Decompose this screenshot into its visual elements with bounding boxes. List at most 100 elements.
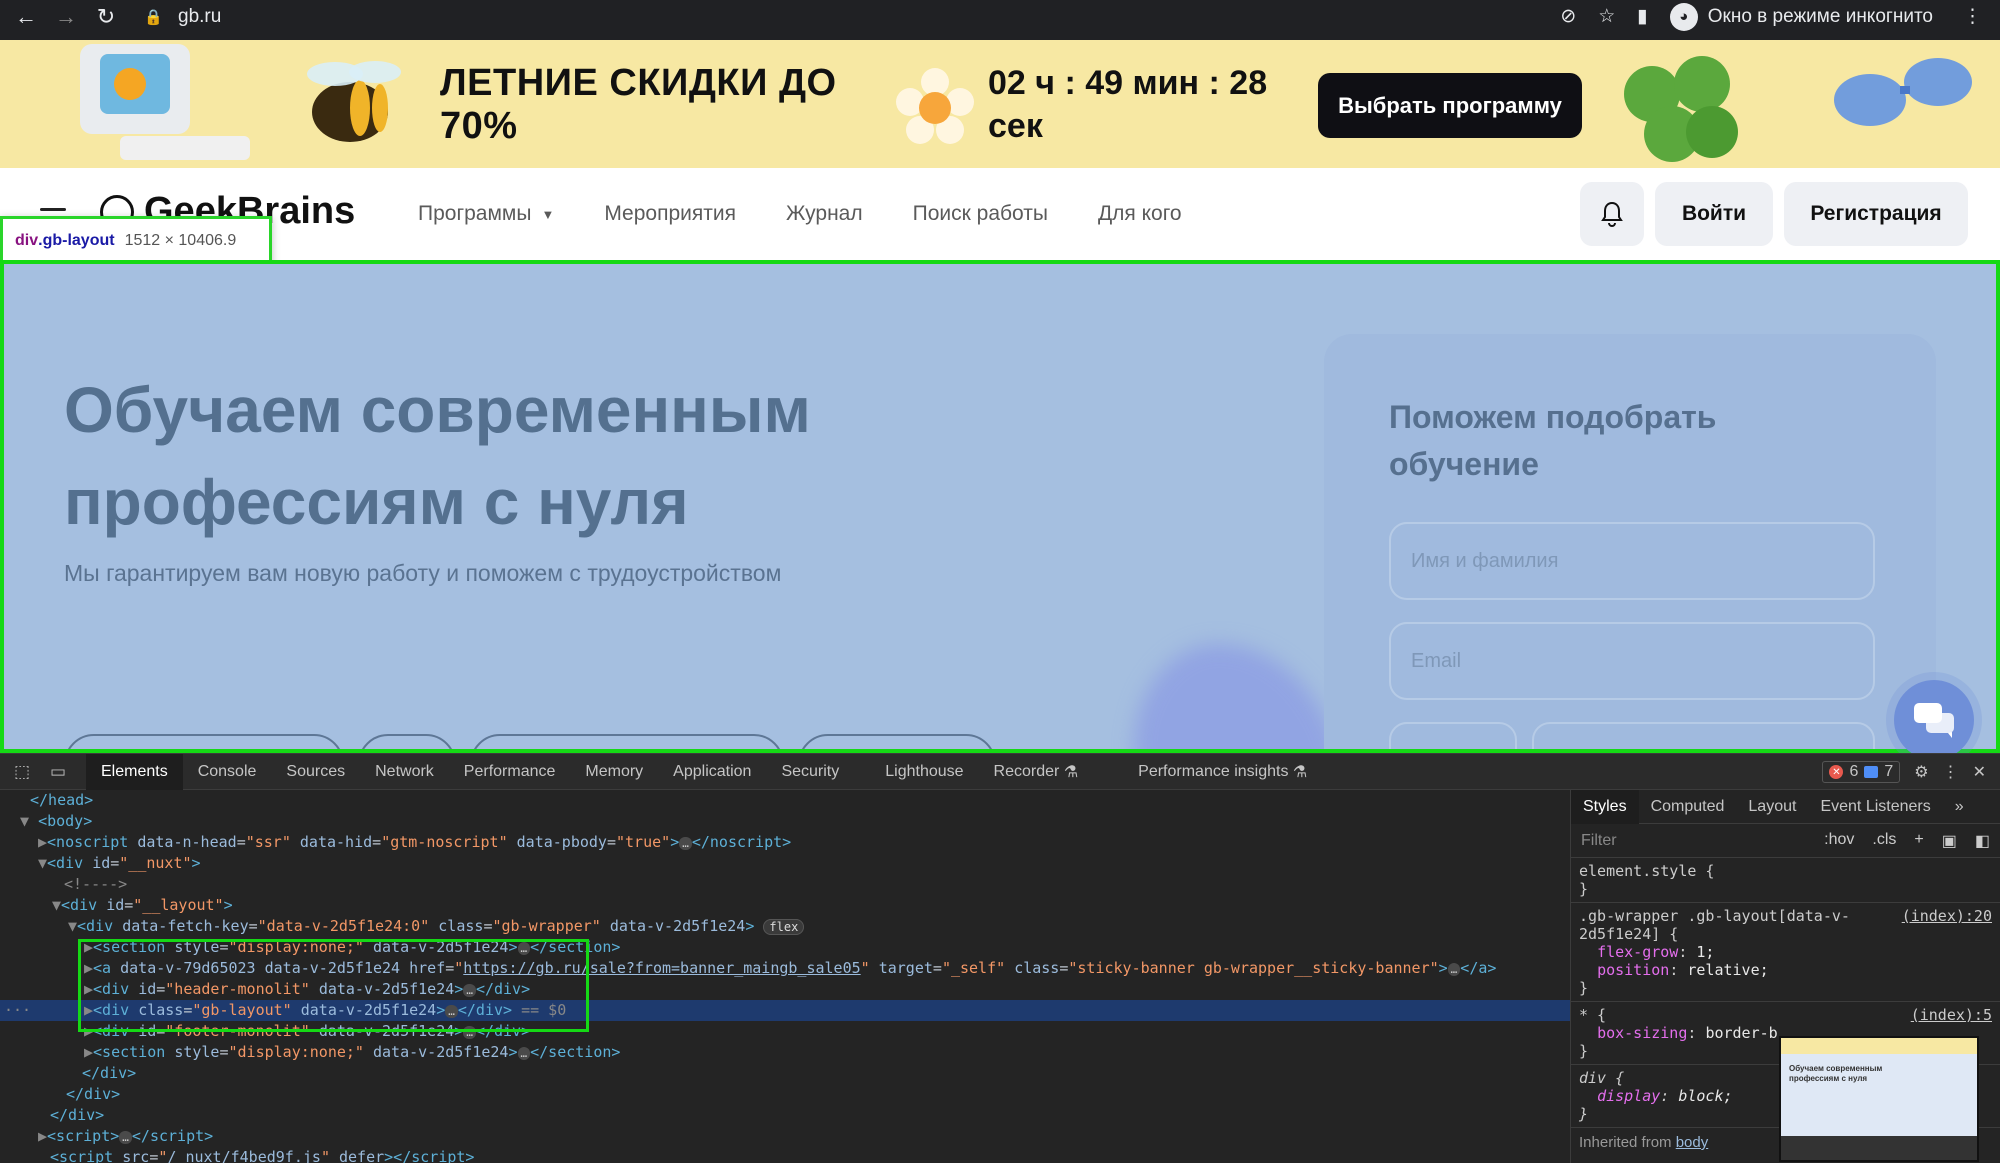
dom-line[interactable]: <!----> (0, 874, 1570, 895)
filter-placeholder: Filter (1581, 831, 1617, 849)
tab-recorder[interactable]: Recorder ⚗ (979, 754, 1094, 790)
browser-toolbar: ← → ↻ 🔒 gb.ru ⊘ ☆ ▮ ◕ Окно в режиме инко… (0, 0, 2000, 33)
cls-toggle[interactable]: .cls (1872, 831, 1896, 851)
sidebar-toggle-icon[interactable]: ◧ (1975, 831, 1990, 851)
address-bar[interactable]: 🔒 gb.ru (144, 2, 1584, 31)
rule-source[interactable]: (index):5 (1911, 1006, 1992, 1024)
hero-subtitle: Мы гарантируем вам новую работу и поможе… (64, 560, 782, 586)
device-toolbar-icon[interactable]: ▭ (44, 762, 72, 782)
tab-event-listeners[interactable]: Event Listeners (1808, 790, 1942, 824)
incognito-icon: ◕ (1669, 2, 1698, 31)
nav-item-events[interactable]: Мероприятия (604, 202, 736, 226)
chip-analytics[interactable]: Аналитика (798, 734, 996, 749)
style-rule[interactable]: (index):20 .gb-wrapper .gb-layout[data-v… (1571, 903, 2000, 1002)
register-button[interactable]: Регистрация (1784, 182, 1968, 246)
tab-performance[interactable]: Performance (449, 754, 571, 790)
nav-item-journal[interactable]: Журнал (786, 202, 863, 226)
tooltip-dims: 1512 × 10406.9 (124, 232, 237, 249)
inherited-link[interactable]: body (1676, 1134, 1709, 1151)
countdown-timer: 02 ч : 49 мин : 28 сек (988, 62, 1267, 148)
side-panel-icon[interactable]: ▮ (1637, 5, 1647, 28)
tab-memory[interactable]: Memory (570, 754, 658, 790)
error-count: 6 (1849, 763, 1859, 780)
thumb-banner (1781, 1038, 1977, 1054)
eye-off-icon[interactable]: ⊘ (1560, 5, 1576, 28)
tab-recorder-label: Recorder (993, 762, 1060, 780)
form-title-line2: обучение (1389, 446, 1539, 482)
dom-line[interactable]: </div> (0, 1063, 1570, 1084)
chevron-right-icon[interactable]: » (1943, 790, 1976, 824)
tooltip-class: .gb-layout (38, 232, 115, 249)
bell-icon[interactable] (1580, 182, 1644, 246)
dom-line[interactable]: ▼<div data-fetch-key="data-v-2d5f1e24:0"… (0, 916, 1570, 937)
chip-programming[interactable]: Программирование (470, 734, 784, 749)
sticky-banner[interactable]: ЛЕТНИЕ СКИДКИ ДО 70% 02 ч : 49 мин : 28 … (0, 40, 2000, 168)
phone-code-field[interactable] (1389, 722, 1517, 749)
dom-line[interactable]: </div> (0, 1084, 1570, 1105)
tab-security[interactable]: Security (766, 754, 854, 790)
add-rule-icon[interactable]: + (1914, 831, 1923, 851)
bee-illustration-icon (307, 61, 401, 142)
tooltip-tag: div (15, 232, 39, 249)
hero-title-line2: профессиям с нуля (64, 466, 689, 538)
nav-item-job-search[interactable]: Поиск работы (913, 202, 1048, 226)
rule-source[interactable]: (index):20 (1902, 907, 1992, 925)
devtools-tabs: ⬚ ▭ Elements Console Sources Network Per… (0, 753, 2000, 790)
tab-lighthouse[interactable]: Lighthouse (870, 754, 978, 790)
error-icon: ✕ (1829, 765, 1844, 779)
tab-performance-insights[interactable]: Performance insights ⚗ (1123, 754, 1322, 790)
timer-line1: 02 ч : 49 мин : 28 (988, 64, 1268, 102)
issues-counter[interactable]: ✕ 6 7 (1822, 761, 1901, 783)
style-rule[interactable]: element.style {} (1571, 858, 2000, 903)
chat-icon[interactable] (1894, 680, 1974, 760)
dom-line[interactable]: </head> (0, 790, 1570, 811)
tab-application[interactable]: Application (658, 754, 766, 790)
form-title-line1: Поможем подобрать (1389, 399, 1717, 435)
tab-network[interactable]: Network (360, 754, 449, 790)
star-icon[interactable]: ☆ (1598, 5, 1615, 28)
dom-line[interactable]: ▼<div id="__layout"> (0, 895, 1570, 916)
caret-down-icon: ▼ (541, 206, 555, 222)
nav-item-programs[interactable]: Программы ▼ (418, 202, 554, 226)
dom-line[interactable]: ▼<div id="__nuxt"> (0, 853, 1570, 874)
nav-label: Программы (418, 202, 532, 225)
styles-filter[interactable]: Filter :hov .cls + ▣ ◧ (1571, 824, 2000, 858)
chip-it[interactable]: ИТ (358, 734, 456, 749)
dom-line[interactable]: ▶<noscript data-n-head="ssr" data-hid="g… (0, 832, 1570, 853)
more-icon[interactable]: ⋮ (1963, 5, 1982, 28)
tab-computed[interactable]: Computed (1639, 790, 1737, 824)
tab-layout[interactable]: Layout (1736, 790, 1808, 824)
back-icon[interactable]: ← (12, 3, 40, 31)
dom-line[interactable]: <script src="/_nuxt/f4bed9f.js" defer></… (0, 1147, 1570, 1163)
tab-styles[interactable]: Styles (1571, 790, 1639, 824)
dom-line[interactable]: </div> (0, 1105, 1570, 1126)
name-field[interactable]: Имя и фамилия (1389, 522, 1875, 600)
incognito-indicator[interactable]: ◕ Окно в режиме инкогнито (1669, 2, 1941, 31)
email-field[interactable]: Email (1389, 622, 1875, 700)
tab-elements[interactable]: Elements (86, 753, 183, 790)
tab-perf-insights-label: Performance insights (1138, 762, 1289, 780)
computer-illustration-icon (80, 44, 250, 160)
thumb-title2: профессиям с нуля (1789, 1074, 1868, 1083)
paint-icon[interactable]: ▣ (1942, 831, 1957, 851)
chip-all-directions[interactable]: Все направления (64, 734, 344, 749)
dom-line[interactable]: ▶<script>… </script> (0, 1126, 1570, 1147)
nav-item-for-whom[interactable]: Для кого (1098, 202, 1182, 226)
dom-line[interactable]: ▼ <body> (0, 811, 1570, 832)
reload-icon[interactable]: ↻ (92, 3, 120, 31)
inspect-element-icon[interactable]: ⬚ (8, 762, 36, 782)
tab-sources[interactable]: Sources (271, 754, 360, 790)
hov-toggle[interactable]: :hov (1824, 831, 1854, 851)
tab-console[interactable]: Console (183, 754, 272, 790)
dom-line[interactable]: ▶<section style="display:none;" data-v-2… (0, 1042, 1570, 1063)
inspect-tooltip: div.gb-layout 1512 × 10406.9 (0, 216, 272, 266)
site-header: GeekBrains Программы ▼ Мероприятия Журнал… (0, 168, 2000, 260)
forward-icon[interactable]: → (52, 3, 80, 31)
settings-icon[interactable]: ⚙ (1914, 762, 1928, 782)
banner-title: ЛЕТНИЕ СКИДКИ ДО 70% (440, 62, 837, 148)
close-icon[interactable]: ✕ (1973, 762, 1986, 782)
login-button[interactable]: Войти (1655, 182, 1773, 246)
phone-field[interactable] (1532, 722, 1875, 749)
more-icon[interactable]: ⋮ (1943, 762, 1959, 782)
choose-program-button[interactable]: Выбрать программу (1318, 73, 1582, 138)
